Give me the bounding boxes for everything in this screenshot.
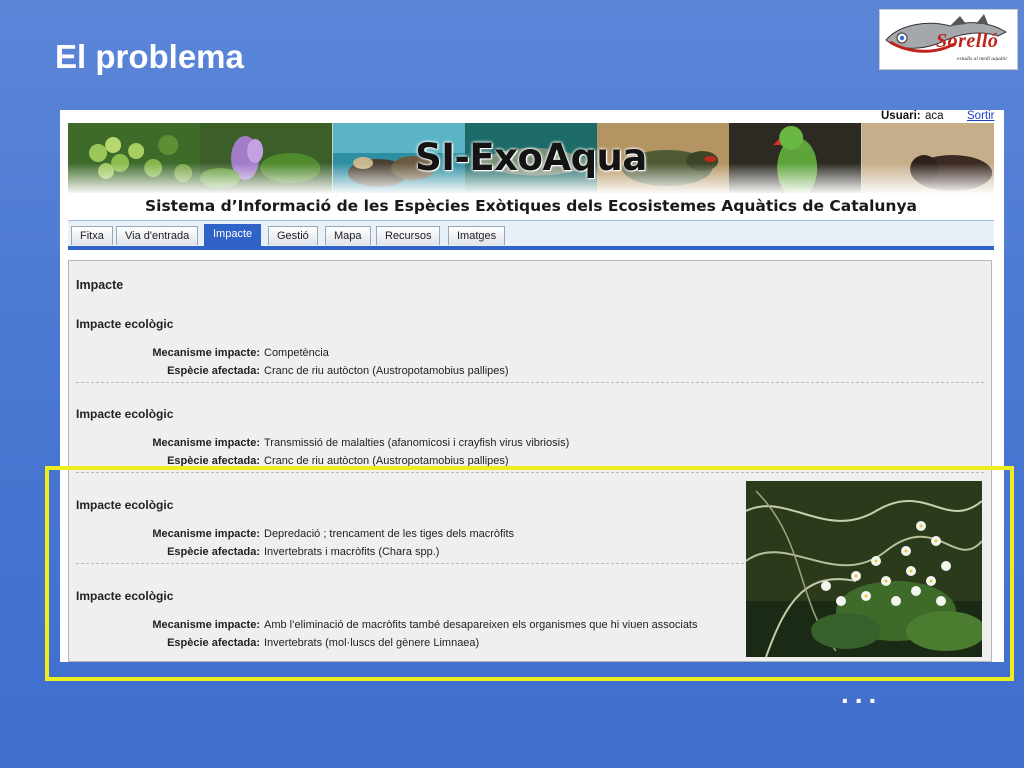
mechanism-label: Mecanisme impacte: — [152, 437, 260, 449]
logo-wordmark: Sorelló — [936, 30, 999, 52]
tab-underline — [68, 246, 994, 250]
tab-mapa[interactable]: Mapa — [325, 226, 371, 245]
mechanism-value: Competència — [264, 347, 329, 359]
section-heading: Impacte ecològic — [76, 407, 174, 421]
continuation-ellipsis: ... — [841, 678, 883, 709]
logout-link[interactable]: Sortir — [967, 110, 994, 122]
species-value: Cranc de riu autòcton (Austropotamobius … — [264, 365, 509, 377]
tab-fitxa[interactable]: Fitxa — [71, 226, 113, 245]
user-bar: Usuari: aca Sortir — [60, 110, 1004, 124]
app-banner: SI-ExoAqua Sistema d’Informació de les E… — [68, 123, 994, 217]
species-label: Espècie afectada: — [167, 365, 260, 377]
sorello-logo: Sorelló estudis al medi aquàtic — [879, 9, 1018, 70]
user-label: Usuari: — [881, 110, 921, 122]
tab-imatges[interactable]: Imatges — [448, 226, 506, 245]
highlight-box — [45, 466, 1014, 681]
panel-heading: Impacte — [76, 278, 124, 292]
app-subtitle: Sistema d’Informació de les Espècies Exò… — [144, 197, 918, 215]
mechanism-value: Transmissió de malalties (afanomicosi i … — [264, 437, 570, 449]
logo-tagline: estudis al medi aquàtic — [957, 56, 1008, 62]
app-title: SI-ExoAqua — [415, 136, 647, 179]
tab-bar: Fitxa Via d'entrada Impacte Gestió Mapa … — [68, 220, 994, 249]
tab-via-entrada[interactable]: Via d'entrada — [116, 226, 199, 245]
section-divider — [76, 382, 984, 383]
tab-impacte[interactable]: Impacte — [204, 224, 262, 246]
user-name: aca — [925, 110, 944, 122]
section-heading: Impacte ecològic — [76, 317, 174, 331]
tab-gestio[interactable]: Gestió — [268, 226, 318, 245]
tab-recursos[interactable]: Recursos — [376, 226, 441, 245]
slide-title: El problema — [55, 38, 244, 75]
mechanism-label: Mecanisme impacte: — [152, 347, 260, 359]
